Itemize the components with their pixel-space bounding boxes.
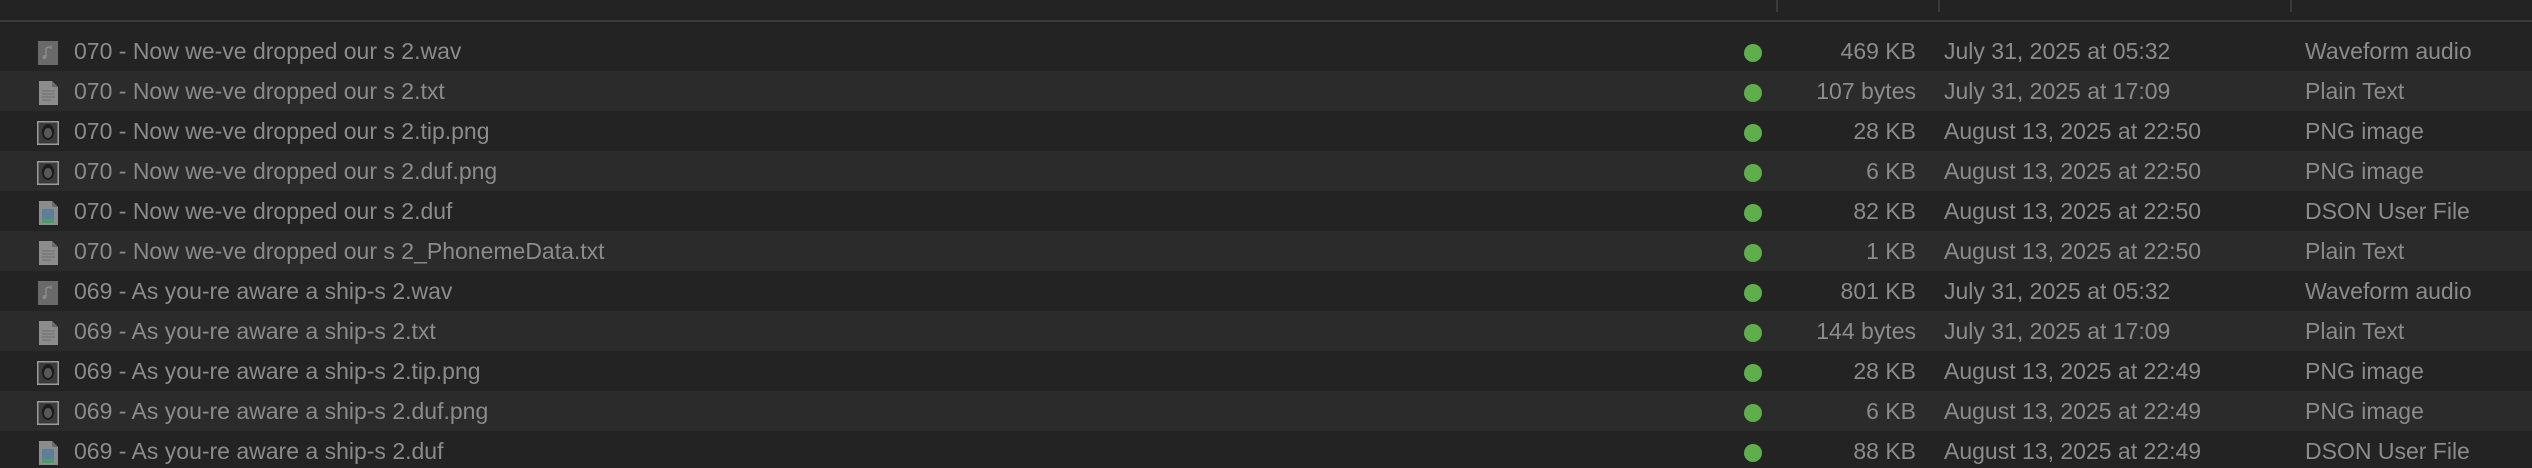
file-kind: DSON User File bbox=[2305, 438, 2470, 464]
file-size: 144 bytes bbox=[1816, 318, 1916, 344]
file-size: 28 KB bbox=[1853, 358, 1916, 384]
file-kind: PNG image bbox=[2305, 398, 2424, 424]
file-row[interactable]: 070 - Now we-ve dropped our s 2.txt 107 b… bbox=[0, 71, 2532, 111]
column-divider[interactable] bbox=[2290, 0, 2292, 12]
file-date-modified: August 13, 2025 at 22:50 bbox=[1944, 118, 2202, 144]
file-row[interactable]: 069 - As you-re aware a ship-s 2.tip.png… bbox=[0, 351, 2532, 391]
file-size: 82 KB bbox=[1853, 198, 1916, 224]
file-size: 1 KB bbox=[1866, 238, 1916, 264]
file-kind: PNG image bbox=[2305, 358, 2424, 384]
green-tag-dot bbox=[1744, 324, 1762, 342]
green-tag-dot bbox=[1744, 364, 1762, 382]
file-kind: Plain Text bbox=[2305, 78, 2405, 104]
file-name[interactable]: 069 - As you-re aware a ship-s 2.duf bbox=[74, 431, 443, 468]
file-date-modified: August 13, 2025 at 22:50 bbox=[1944, 198, 2202, 224]
png-thumbnail-icon bbox=[35, 358, 61, 385]
file-date-modified: August 13, 2025 at 22:49 bbox=[1944, 398, 2202, 424]
file-size: 28 KB bbox=[1853, 118, 1916, 144]
file-kind: DSON User File bbox=[2305, 198, 2470, 224]
green-tag-dot bbox=[1744, 444, 1762, 462]
green-tag-dot bbox=[1744, 284, 1762, 302]
file-name[interactable]: 069 - As you-re aware a ship-s 2.txt bbox=[74, 311, 436, 351]
file-name[interactable]: 069 - As you-re aware a ship-s 2.tip.png bbox=[74, 351, 481, 391]
text-file-icon bbox=[35, 238, 61, 265]
file-size: 6 KB bbox=[1866, 158, 1916, 184]
file-date-modified: July 31, 2025 at 05:32 bbox=[1944, 278, 2171, 304]
file-date-modified: August 13, 2025 at 22:49 bbox=[1944, 438, 2202, 464]
file-kind: Plain Text bbox=[2305, 318, 2405, 344]
file-name[interactable]: 070 - Now we-ve dropped our s 2.duf.png bbox=[74, 151, 497, 191]
file-kind: PNG image bbox=[2305, 158, 2424, 184]
file-row[interactable]: 070 - Now we-ve dropped our s 2.duf.png 6… bbox=[0, 151, 2532, 191]
png-thumbnail-icon bbox=[35, 158, 61, 185]
dson-file-icon bbox=[35, 438, 61, 465]
file-row[interactable]: 069 - As you-re aware a ship-s 2.wav 801 … bbox=[0, 271, 2532, 311]
file-name[interactable]: 070 - Now we-ve dropped our s 2.txt bbox=[74, 71, 445, 111]
green-tag-dot bbox=[1744, 124, 1762, 142]
file-date-modified: July 31, 2025 at 17:09 bbox=[1944, 318, 2171, 344]
audio-file-icon bbox=[35, 38, 61, 65]
png-thumbnail-icon bbox=[35, 398, 61, 425]
file-row[interactable]: 069 - As you-re aware a ship-s 2.duf.png… bbox=[0, 391, 2532, 431]
file-date-modified: July 31, 2025 at 17:09 bbox=[1944, 78, 2171, 104]
file-kind: PNG image bbox=[2305, 118, 2424, 144]
file-list: 070 - Now we-ve dropped our s 2.wav 469 K… bbox=[0, 31, 2532, 468]
png-thumbnail-icon bbox=[35, 118, 61, 145]
file-size: 107 bytes bbox=[1816, 78, 1916, 104]
column-divider[interactable] bbox=[1776, 0, 1778, 12]
file-date-modified: July 31, 2025 at 05:32 bbox=[1944, 38, 2171, 64]
green-tag-dot bbox=[1744, 44, 1762, 62]
green-tag-dot bbox=[1744, 244, 1762, 262]
file-date-modified: August 13, 2025 at 22:49 bbox=[1944, 358, 2202, 384]
file-size: 801 KB bbox=[1840, 278, 1916, 304]
green-tag-dot bbox=[1744, 404, 1762, 422]
file-name[interactable]: 070 - Now we-ve dropped our s 2.tip.png bbox=[74, 111, 490, 151]
file-name[interactable]: 070 - Now we-ve dropped our s 2_PhonemeD… bbox=[74, 231, 605, 271]
green-tag-dot bbox=[1744, 84, 1762, 102]
green-tag-dot bbox=[1744, 204, 1762, 222]
text-file-icon bbox=[35, 78, 61, 105]
finder-list-view: 070 - Now we-ve dropped our s 2.wav 469 K… bbox=[0, 0, 2532, 468]
green-tag-dot bbox=[1744, 164, 1762, 182]
file-row[interactable]: 070 - Now we-ve dropped our s 2.wav 469 K… bbox=[0, 31, 2532, 71]
file-kind: Waveform audio bbox=[2305, 38, 2472, 64]
file-row[interactable]: 070 - Now we-ve dropped our s 2_PhonemeD… bbox=[0, 231, 2532, 271]
file-size: 88 KB bbox=[1853, 438, 1916, 464]
file-date-modified: August 13, 2025 at 22:50 bbox=[1944, 238, 2202, 264]
file-row[interactable]: 070 - Now we-ve dropped our s 2.tip.png 2… bbox=[0, 111, 2532, 151]
file-kind: Waveform audio bbox=[2305, 278, 2472, 304]
audio-file-icon bbox=[35, 278, 61, 305]
file-row[interactable]: 069 - As you-re aware a ship-s 2.duf 88 K… bbox=[0, 431, 2532, 468]
file-row[interactable]: 069 - As you-re aware a ship-s 2.txt 144 … bbox=[0, 311, 2532, 351]
file-size: 6 KB bbox=[1866, 398, 1916, 424]
column-divider[interactable] bbox=[1938, 0, 1940, 12]
file-row[interactable]: 070 - Now we-ve dropped our s 2.duf 82 KB… bbox=[0, 191, 2532, 231]
file-name[interactable]: 069 - As you-re aware a ship-s 2.duf.png bbox=[74, 391, 488, 431]
file-size: 469 KB bbox=[1840, 38, 1916, 64]
file-name[interactable]: 070 - Now we-ve dropped our s 2.wav bbox=[74, 31, 461, 71]
dson-file-icon bbox=[35, 198, 61, 225]
file-name[interactable]: 070 - Now we-ve dropped our s 2.duf bbox=[74, 191, 452, 231]
column-header-bar[interactable] bbox=[0, 0, 2532, 22]
file-kind: Plain Text bbox=[2305, 238, 2405, 264]
file-date-modified: August 13, 2025 at 22:50 bbox=[1944, 158, 2202, 184]
text-file-icon bbox=[35, 318, 61, 345]
file-name[interactable]: 069 - As you-re aware a ship-s 2.wav bbox=[74, 271, 452, 311]
